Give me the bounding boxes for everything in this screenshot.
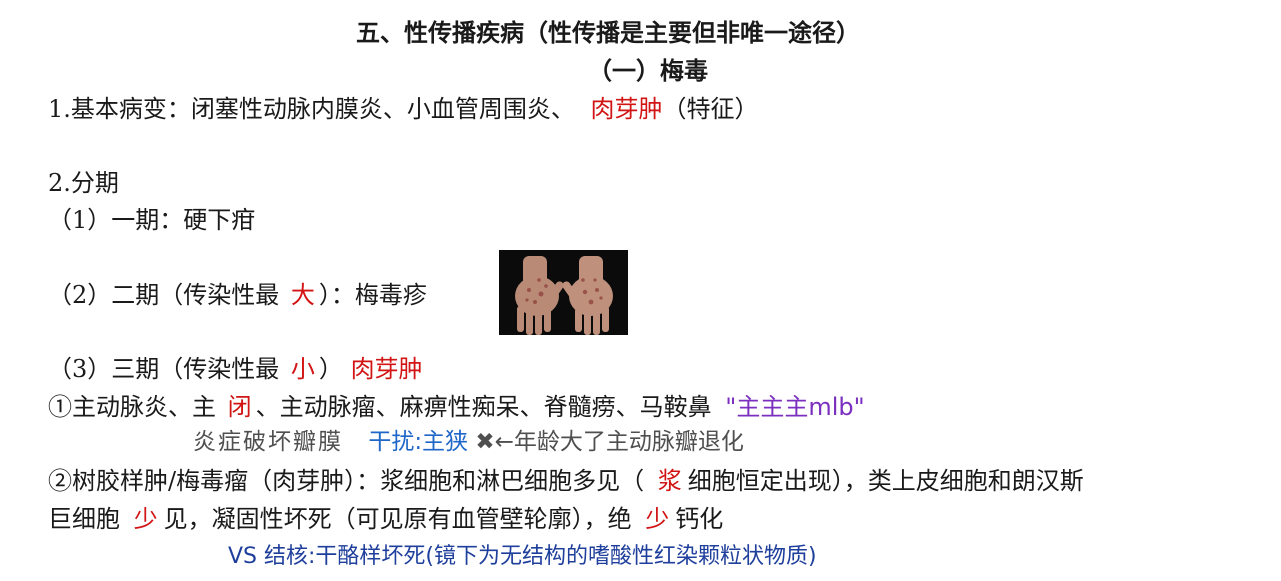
palms-image <box>499 250 628 335</box>
pathology-highlight: 肉芽肿 <box>590 95 663 123</box>
pathology-text: 1.基本病变：闭塞性动脉内膜炎、小血管周围炎、 <box>48 95 575 123</box>
item2-line2-middle: 见，凝固性坏死（可见原有血管壁轮廓），绝 <box>163 505 632 533</box>
stage3-line: （3）三期（传染性最 小） 肉芽肿 <box>48 354 423 384</box>
item2-line2-highlight1: 少 <box>133 505 158 533</box>
stage1-line: （1）一期：硬下疳 <box>48 206 256 234</box>
item2-line1-highlight: 浆 <box>657 467 682 495</box>
staging-title: 2.分期 <box>48 169 119 197</box>
item2-line2-prefix: 巨细胞 <box>48 505 120 533</box>
stage2-highlight: 大 <box>290 281 315 309</box>
annotation-part3: ←年龄大了主动脉瓣退化 <box>494 429 744 455</box>
stage2-line: （2）二期（传染性最 大）：梅毒疹 <box>48 280 427 310</box>
stage3-note: 肉芽肿 <box>350 355 423 383</box>
item1-note: "主主主mlb" <box>725 393 865 421</box>
stage3-highlight: 小 <box>290 355 315 383</box>
item2-line1-suffix: 细胞恒定出现），类上皮细胞和朗汉斯 <box>687 467 1084 495</box>
item1-highlight: 闭 <box>227 393 252 421</box>
item1-prefix: ①主动脉炎、主 <box>48 393 216 421</box>
item2-line2-suffix: 钙化 <box>675 505 724 533</box>
pathology-suffix: （特征） <box>662 95 759 123</box>
item2-line2-highlight2: 少 <box>645 505 670 533</box>
pathology-line: 1.基本病变：闭塞性动脉内膜炎、小血管周围炎、 肉芽肿（特征） <box>48 94 759 124</box>
item1-suffix: 、主动脉瘤、麻痹性痴呆、脊髓痨、马鞍鼻 <box>255 393 712 421</box>
section-subtitle: （一）梅毒 <box>588 57 708 85</box>
vs-note: VS 结核:干酪样坏死(镜下为无结构的嗜酸性红染颗粒状物质) <box>228 544 817 569</box>
stage2-suffix: ）：梅毒疹 <box>318 281 427 309</box>
stage3-suffix: ） <box>318 355 343 383</box>
item2-line1: ②树胶样肿/梅毒瘤（肉芽肿）：浆细胞和淋巴细胞多见（ 浆细胞恒定出现），类上皮细… <box>48 466 1084 496</box>
item2-line1-prefix: ②树胶样肿/梅毒瘤（肉芽肿）：浆细胞和淋巴细胞多见（ <box>48 467 645 495</box>
item1-line: ①主动脉炎、主 闭、主动脉瘤、麻痹性痴呆、脊髓痨、马鞍鼻 "主主主mlb" <box>48 392 865 422</box>
stage3-prefix: （3）三期（传染性最 <box>48 355 280 383</box>
stage2-prefix: （2）二期（传染性最 <box>48 281 280 309</box>
page-title: 五、性传播疾病（性传播是主要但非唯一途径） <box>356 19 860 47</box>
cross-icon: ✖ <box>475 429 495 455</box>
annotation-part1: 炎症破坏瓣膜 <box>193 429 343 455</box>
annotation-part2: 干扰:主狭 <box>368 429 469 455</box>
item2-line2: 巨细胞 少见，凝固性坏死（可见原有血管壁轮廓），绝 少钙化 <box>48 504 723 534</box>
annotation-line: 炎症破坏瓣膜 干扰:主狭 ✖←年龄大了主动脉瓣退化 <box>193 427 744 457</box>
syphilis-rash-photo <box>499 250 628 335</box>
